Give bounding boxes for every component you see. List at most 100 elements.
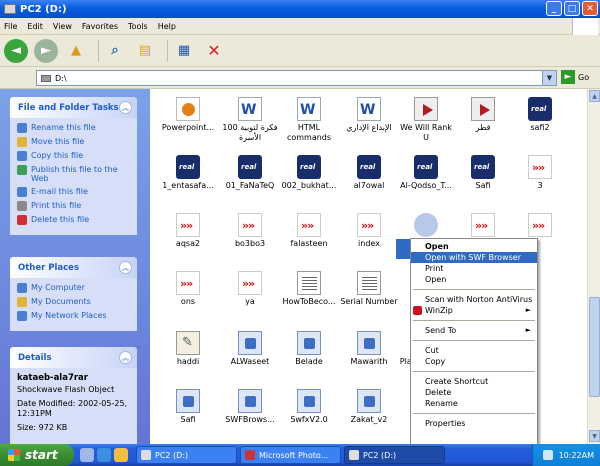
drive-icon [141,450,151,460]
file-item[interactable]: SWFBrows... [220,389,280,425]
show-desktop-icon[interactable] [80,448,94,462]
vertical-scrollbar[interactable]: ▲ ▼ [587,89,600,444]
collapse-icon[interactable]: ︽ [119,101,132,114]
file-item[interactable]: Zakat_v2 [339,389,399,425]
collapse-icon[interactable]: ︽ [119,261,132,274]
file-item[interactable]: Serial Number [339,271,399,307]
menu-tools[interactable]: Tools [128,22,148,31]
file-item[interactable]: 1_entasafa... [158,155,218,191]
file-folder-tasks-header[interactable]: File and Folder Tasks ︽ [10,97,137,118]
file-item[interactable]: Safi [158,389,218,425]
folders-button[interactable]: ▤ [133,39,157,63]
file-item[interactable]: Powerpoint... [158,97,218,133]
menu-open[interactable]: Open [411,241,537,252]
scroll-thumb[interactable] [589,297,600,397]
email-file-link[interactable]: E-mail this file [17,187,131,197]
other-places-header[interactable]: Other Places ︽ [10,257,137,278]
menu-open-2[interactable]: Open [411,274,537,285]
address-input[interactable]: D:\ ▼ [36,70,557,86]
file-item[interactable]: ya [220,271,280,307]
menu-help[interactable]: Help [158,22,176,31]
file-item[interactable]: We Will Rank U [396,97,456,143]
file-name: bo3bo3 [234,239,266,248]
file-item[interactable]: ons [158,271,218,307]
menu-file[interactable]: File [4,22,17,31]
publish-web-link[interactable]: Publish this file to the Web [17,165,131,183]
outlook-icon[interactable] [114,448,128,462]
menu-edit[interactable]: Edit [27,22,43,31]
menu-winzip[interactable]: WinZip ► [411,305,537,316]
menu-open-with-swf-browser[interactable]: Open with SWF Browser [411,252,537,263]
menu-send-to[interactable]: Send To ► [411,325,537,336]
details-header[interactable]: Details ︽ [10,347,137,368]
file-item[interactable]: haddi [158,331,218,367]
address-dropdown[interactable]: ▼ [542,71,556,85]
menu-properties[interactable]: Properties [411,418,537,429]
file-item[interactable]: Al-Qodso_T... [396,155,456,191]
file-item[interactable]: Mawarith [339,331,399,367]
title-bar[interactable]: PC2 (D:) _ □ ✕ [0,0,600,18]
file-item[interactable] [453,213,513,239]
menu-rename[interactable]: Rename [411,398,537,409]
views-button[interactable]: ▦ [172,39,196,63]
my-computer-link[interactable]: My Computer [17,283,131,293]
menu-create-shortcut[interactable]: Create Shortcut [411,376,537,387]
up-folder-button[interactable]: ▲ [64,39,88,63]
file-item[interactable]: safi2 [510,97,570,133]
scroll-up-button[interactable]: ▲ [589,90,600,102]
file-item[interactable]: bo3bo3 [220,213,280,249]
file-item[interactable]: al7owal [339,155,399,191]
task-pc2[interactable]: PC2 (D:) [136,446,237,464]
print-file-link[interactable]: Print this file [17,201,131,211]
search-button[interactable]: ⌕ [103,39,127,63]
file-item[interactable]: falasteen [279,213,339,249]
start-button[interactable]: start [0,444,74,466]
move-file-link[interactable]: Move this file [17,137,131,147]
menu-print[interactable]: Print [411,263,537,274]
my-documents-link[interactable]: My Documents [17,297,131,307]
back-button[interactable]: ◄ [4,38,28,63]
internet-explorer-icon[interactable] [97,448,111,462]
rename-file-link[interactable]: Rename this file [17,123,131,133]
vid-file-icon [414,97,438,121]
menu-copy[interactable]: Copy [411,356,537,367]
file-item[interactable] [510,213,570,239]
menu-cut[interactable]: Cut [411,345,537,356]
file-name: 002_bukhat... [281,181,337,190]
menu-scan-norton[interactable]: Scan with Norton AntiVirus [411,294,537,305]
file-item[interactable]: قطر [453,97,513,133]
collapse-icon[interactable]: ︽ [119,351,132,364]
file-name: فكرة لتوبية 100 الأسرة [222,123,278,142]
delete-button[interactable]: ✕ [202,39,226,63]
file-item[interactable]: الإبداع الإداري [339,97,399,133]
close-button[interactable]: ✕ [582,1,598,16]
menu-view[interactable]: View [53,22,72,31]
task-photo-editor[interactable]: Microsoft Photo... [240,446,341,464]
file-item[interactable]: aqsa2 [158,213,218,249]
my-network-places-link[interactable]: My Network Places [17,311,131,321]
go-button[interactable]: ► Go [561,70,589,84]
maximize-button[interactable]: □ [564,1,580,16]
file-item[interactable]: HTML commands [279,97,339,143]
forward-button[interactable]: ► [34,38,58,63]
speaker-icon[interactable] [542,450,553,460]
file-item[interactable]: HowToBeco... [279,271,339,307]
menu-favorites[interactable]: Favorites [82,22,118,31]
minimize-button[interactable]: _ [546,1,562,16]
delete-file-link[interactable]: Delete this file [17,215,131,225]
scroll-down-button[interactable]: ▼ [589,430,600,442]
file-item[interactable]: index [339,213,399,249]
task-pc2-active[interactable]: PC2 (D:) [344,446,445,464]
copy-file-link[interactable]: Copy this file [17,151,131,161]
file-item[interactable]: 002_bukhat... [279,155,339,191]
file-item[interactable]: ALWaseet [220,331,280,367]
file-item[interactable]: SwfxV2.0 [279,389,339,425]
file-item[interactable]: Safi [453,155,513,191]
file-item[interactable]: فكرة لتوبية 100 الأسرة [220,97,280,143]
menu-delete[interactable]: Delete [411,387,537,398]
menu-separator [413,289,535,290]
file-item[interactable]: 3 [510,155,570,191]
file-item[interactable]: Belade [279,331,339,367]
ppt-file-icon [176,97,200,121]
file-item[interactable]: 01_FaNaTeQ [220,155,280,191]
